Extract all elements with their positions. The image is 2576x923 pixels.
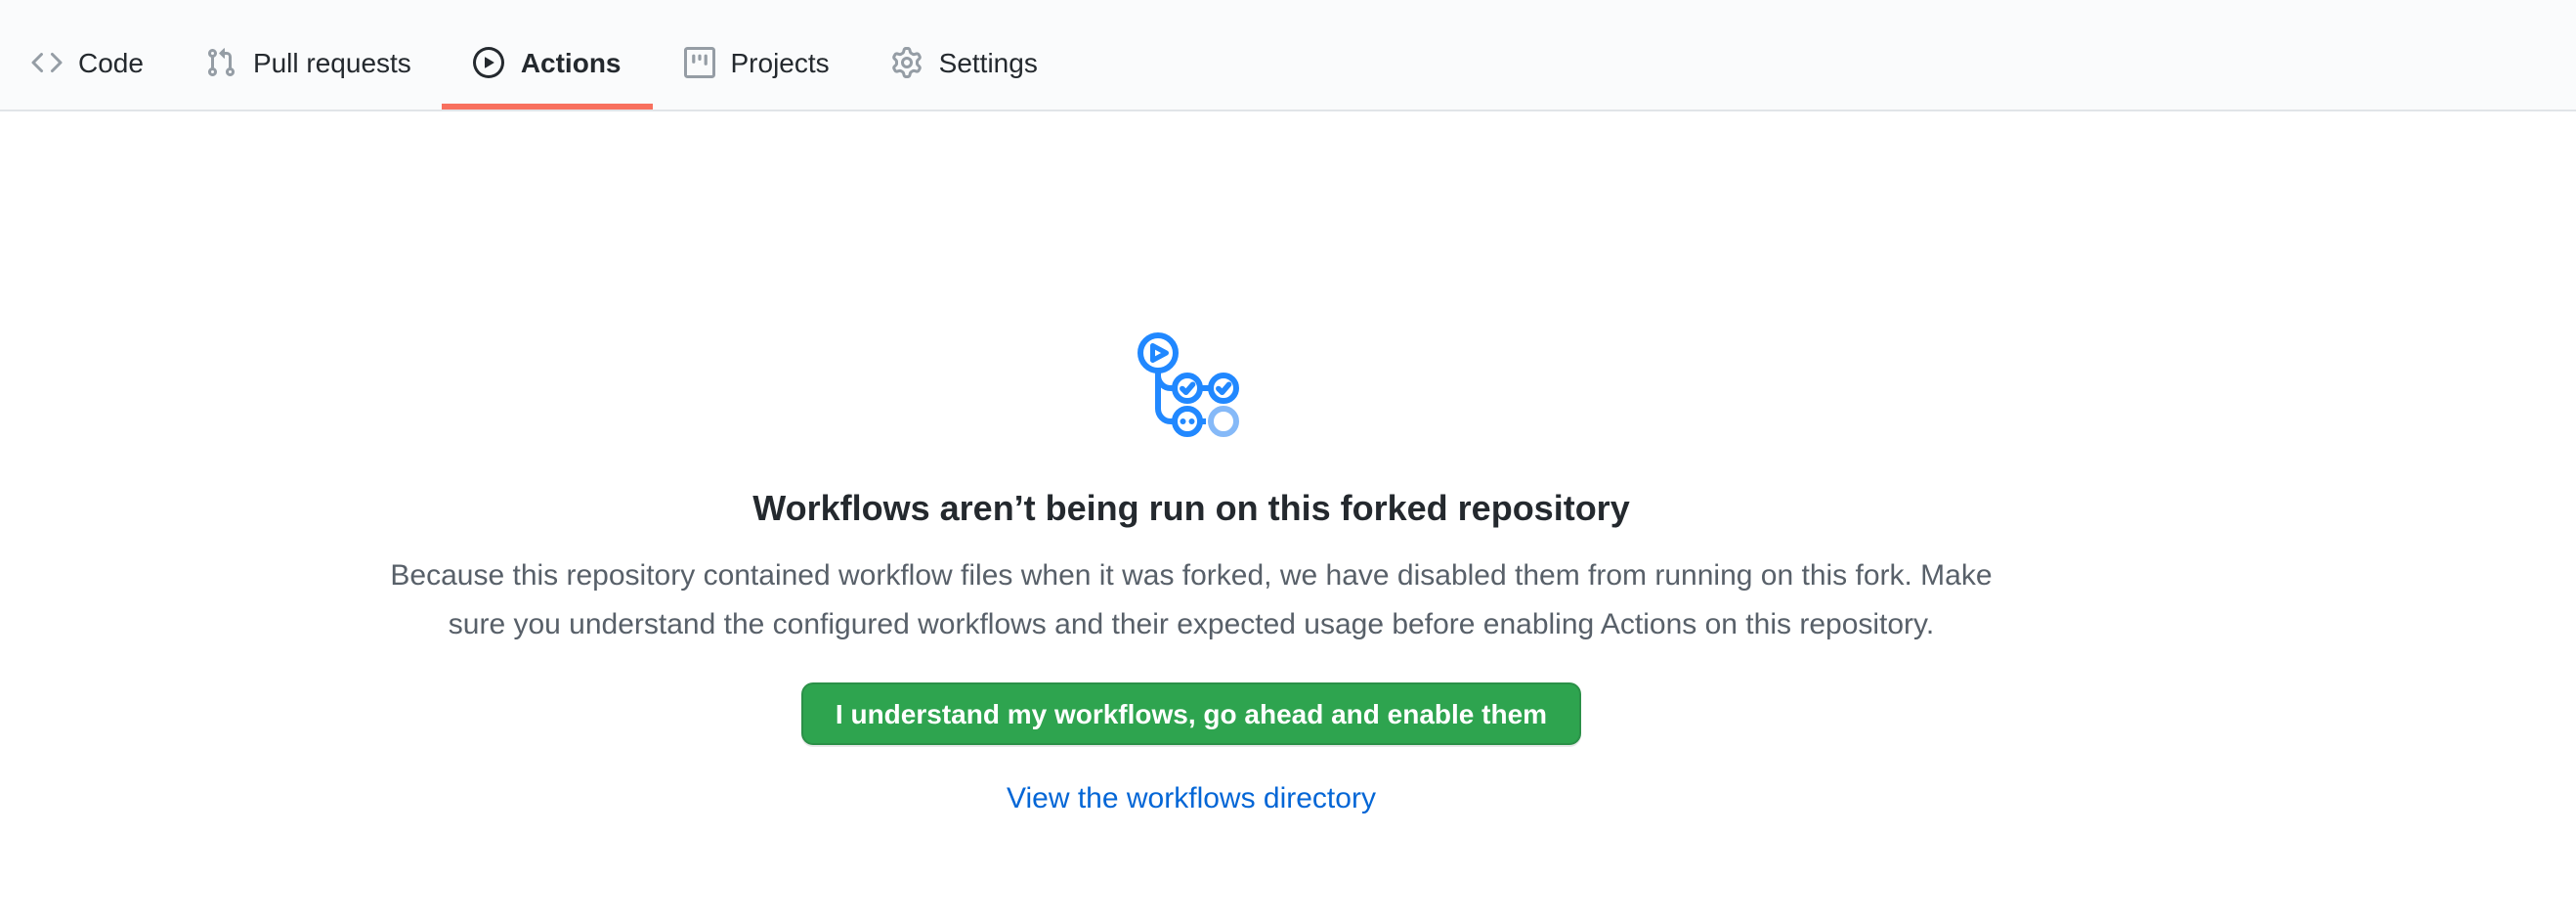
workflow-graph-icon [1138,332,1245,440]
blankslate-description: Because this repository contained workfl… [386,551,1996,649]
view-workflows-directory-link[interactable]: View the workflows directory [1007,780,1376,819]
tab-label: Code [78,43,144,82]
screenshot-viewport: Code Pull requests Actions Projects [0,0,2576,923]
tab-label: Settings [939,43,1038,82]
git-pull-request-icon [206,47,237,78]
tab-projects[interactable]: Projects [653,22,861,110]
github-repo-page: Code Pull requests Actions Projects [0,0,2576,923]
code-icon [31,47,63,78]
enable-workflows-button[interactable]: I understand my workflows, go ahead and … [802,682,1580,745]
tab-label: Projects [731,43,830,82]
blankslate-title: Workflows aren’t being run on this forke… [752,483,1629,534]
actions-blankslate: Workflows aren’t being run on this forke… [0,111,2383,819]
tab-label: Actions [521,43,622,82]
play-icon [474,47,505,78]
project-icon [684,47,715,78]
tab-pull-requests[interactable]: Pull requests [175,22,443,110]
tab-code[interactable]: Code [0,22,175,110]
tab-settings[interactable]: Settings [861,22,1069,110]
repo-nav: Code Pull requests Actions Projects [0,0,2576,111]
gear-icon [892,47,923,78]
tab-actions[interactable]: Actions [443,22,653,110]
tab-label: Pull requests [253,43,411,82]
